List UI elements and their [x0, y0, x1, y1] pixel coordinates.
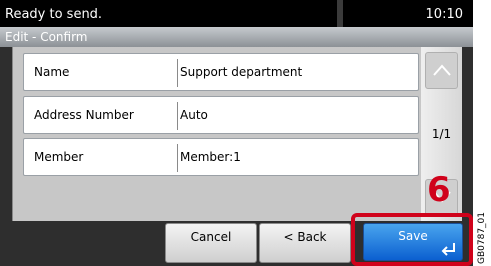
- back-label: < Back: [283, 230, 327, 244]
- figure-code: GB0787_01: [474, 211, 491, 266]
- enter-icon: [441, 243, 455, 256]
- row-divider: [177, 59, 178, 87]
- cancel-button[interactable]: Cancel: [165, 223, 257, 263]
- list-row-member[interactable]: Member Member:1: [23, 138, 419, 176]
- save-button[interactable]: Save: [363, 223, 463, 261]
- entry-list: Name Support department Address Number A…: [12, 47, 423, 221]
- save-highlight: Save: [351, 213, 473, 266]
- status-divider: [337, 0, 343, 27]
- row-value: Support department: [180, 65, 303, 79]
- cancel-label: Cancel: [190, 230, 232, 244]
- row-label: Name: [34, 65, 70, 79]
- status-bar: Ready to send. 10:10: [0, 0, 473, 27]
- page-indicator: 1/1: [431, 127, 452, 141]
- list-row-address-number[interactable]: Address Number Auto: [23, 96, 419, 134]
- step-number: 6: [427, 170, 451, 210]
- figure-code-text: GB0787_01: [477, 211, 487, 264]
- row-value: Member:1: [180, 150, 241, 164]
- status-message: Ready to send.: [5, 7, 103, 22]
- back-button[interactable]: < Back: [259, 223, 351, 263]
- row-value: Auto: [180, 108, 208, 122]
- save-label: Save: [398, 229, 428, 243]
- screen-title: Edit - Confirm: [5, 30, 88, 44]
- title-bar: Edit - Confirm: [0, 27, 473, 47]
- chevron-up-icon: [433, 64, 451, 76]
- panel-screen: Ready to send. 10:10 Edit - Confirm Name…: [0, 0, 473, 266]
- row-divider: [177, 144, 178, 172]
- scroll-up-button[interactable]: [425, 52, 458, 89]
- row-label: Address Number: [34, 108, 134, 122]
- row-divider: [177, 102, 178, 130]
- list-row-name[interactable]: Name Support department: [23, 53, 419, 91]
- row-label: Member: [34, 150, 84, 164]
- status-time: 10:10: [425, 7, 463, 22]
